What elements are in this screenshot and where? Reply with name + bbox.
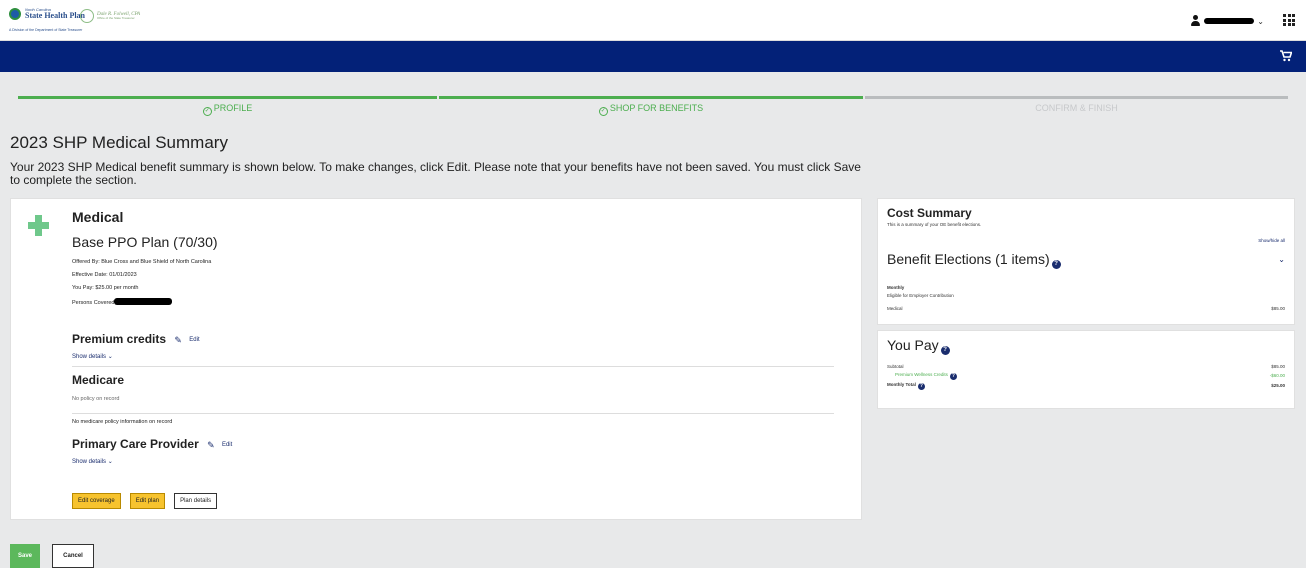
- chevron-down-icon: ⌄: [107, 459, 113, 465]
- medical-item-label: Medical: [887, 306, 903, 311]
- cost-summary-subtitle: This is a summary of your OE benefit ele…: [887, 222, 982, 227]
- redacted-username: [1204, 18, 1255, 24]
- progress-step-confirm-bar: [865, 96, 1288, 99]
- benefit-elections-heading[interactable]: Benefit Elections (1 items)?: [887, 251, 1061, 269]
- pencil-icon[interactable]: ✎: [207, 440, 215, 451]
- premium-credits-heading: Premium credits ✎ Edit: [72, 332, 200, 346]
- progress-step-shop[interactable]: ✓ SHOP FOR BENEFITS: [439, 103, 863, 116]
- benefit-elections-label: Benefit Elections (1 items): [887, 251, 1050, 267]
- check-circle-icon: ✓: [202, 107, 212, 116]
- frequency-label: Monthly: [887, 285, 905, 290]
- user-menu[interactable]: ⌄: [1190, 15, 1264, 27]
- grid-icon[interactable]: [1283, 14, 1295, 26]
- progress-step-confirm: CONFIRM & FINISH: [1035, 103, 1118, 113]
- you-pay-heading: You Pay?: [887, 337, 950, 355]
- progress-step-profile[interactable]: ✓ PROFILE: [18, 103, 437, 116]
- show-details-label: Show details: [72, 354, 107, 360]
- cancel-button[interactable]: Cancel: [52, 544, 94, 568]
- medical-summary-card: Medical Base PPO Plan (70/30) Offered By…: [10, 198, 862, 520]
- persons-covered-label: Persons Covered:: [72, 300, 117, 306]
- pcp-label: Primary Care Provider: [72, 437, 199, 451]
- logo-main-text: State Health Plan: [25, 11, 85, 20]
- monthly-total-label: Monthly Total: [887, 382, 916, 387]
- pcp-heading: Primary Care Provider ✎ Edit: [72, 437, 232, 451]
- top-header: North Carolina State Health Plan A Divis…: [0, 0, 1306, 41]
- pencil-icon[interactable]: ✎: [174, 335, 182, 346]
- medicare-heading: Medicare: [72, 373, 125, 387]
- eligible-text: Eligible for Employer Contribution: [887, 293, 954, 298]
- plan-details-button[interactable]: Plan details: [174, 493, 218, 509]
- effective-date: Effective Date: 01/01/2023: [72, 272, 137, 278]
- you-pay-card: You Pay? Subtotal $85.00 Premium Wellnes…: [877, 330, 1295, 409]
- chevron-down-icon: ⌄: [1257, 16, 1264, 26]
- cost-summary-title: Cost Summary: [887, 206, 972, 220]
- progress-step-profile-bar: [18, 96, 437, 99]
- edit-coverage-button[interactable]: Edit coverage: [72, 493, 121, 509]
- check-circle-icon: ✓: [598, 107, 608, 116]
- divider: [72, 366, 834, 367]
- seal-icon: [80, 9, 94, 23]
- progress-tracker: ✓ PROFILE ✓ SHOP FOR BENEFITS CONFIRM & FI…: [18, 96, 1288, 116]
- persons-covered: Persons Covered:: [72, 298, 173, 306]
- premium-credits-show-details[interactable]: Show details ⌄: [72, 353, 113, 360]
- main-nav-bar: [0, 41, 1306, 72]
- shp-logo[interactable]: North Carolina State Health Plan: [9, 8, 85, 20]
- treasurer-office-text: Office of the State Treasurer: [97, 16, 135, 20]
- medical-item-amount: $85.00: [1271, 306, 1285, 311]
- logo-subtitle: A Division of the Department of State Tr…: [9, 28, 83, 32]
- cost-summary-card: Cost Summary This is a summary of your O…: [877, 198, 1295, 325]
- medicare-info: No medicare policy information on record: [72, 419, 173, 425]
- subtotal-label: Subtotal: [887, 364, 904, 369]
- treasurer-logo: Dale R. Folwell, CPA Office of the State…: [80, 9, 140, 23]
- chevron-down-icon[interactable]: ⌄: [1278, 255, 1285, 264]
- plan-name: Base PPO Plan (70/30): [72, 234, 218, 250]
- info-icon[interactable]: ?: [949, 373, 957, 380]
- page-title: 2023 SHP Medical Summary: [10, 133, 228, 152]
- user-icon: [1190, 15, 1201, 27]
- pcp-edit-link[interactable]: Edit: [222, 442, 232, 448]
- edit-plan-button[interactable]: Edit plan: [129, 493, 166, 509]
- credits-amount: -$60.00: [1269, 373, 1285, 378]
- chevron-down-icon: ⌄: [107, 354, 113, 360]
- you-pay-title: You Pay: [887, 337, 939, 353]
- premium-wellness-credits: Premium Wellness Credits?: [895, 372, 957, 380]
- redacted-persons: [114, 298, 173, 305]
- subtotal-amount: $85.00: [1271, 364, 1285, 369]
- medical-heading: Medical: [72, 209, 124, 225]
- globe-icon: [9, 8, 21, 20]
- info-icon[interactable]: ?: [917, 383, 925, 390]
- credits-label: Premium Wellness Credits: [895, 372, 948, 377]
- info-icon[interactable]: ?: [940, 346, 950, 355]
- premium-credits-label: Premium credits: [72, 332, 167, 346]
- divider: [72, 413, 834, 414]
- info-icon[interactable]: ?: [1051, 260, 1061, 269]
- offered-by: Offered By: Blue Cross and Blue Shield o…: [72, 259, 212, 265]
- show-details-label: Show details: [72, 459, 107, 465]
- action-buttons: Edit coverage Edit plan Plan details: [72, 493, 218, 509]
- intro-text: Your 2023 SHP Medical benefit summary is…: [10, 160, 861, 187]
- monthly-total-amount: $25.00: [1271, 383, 1285, 388]
- shopping-cart-icon[interactable]: [1280, 50, 1293, 65]
- you-pay-text: You Pay: $25.00 per month: [72, 285, 139, 291]
- pcp-show-details[interactable]: Show details ⌄: [72, 458, 113, 465]
- medicare-status: No policy on record: [72, 396, 120, 402]
- save-button[interactable]: Save: [10, 544, 40, 568]
- monthly-total: Monthly Total?: [887, 382, 925, 390]
- premium-credits-edit-link[interactable]: Edit: [189, 337, 199, 343]
- plus-icon: [28, 215, 49, 236]
- progress-step-shop-bar: [439, 96, 863, 99]
- show-hide-all-link[interactable]: Show/hide all: [1258, 238, 1285, 243]
